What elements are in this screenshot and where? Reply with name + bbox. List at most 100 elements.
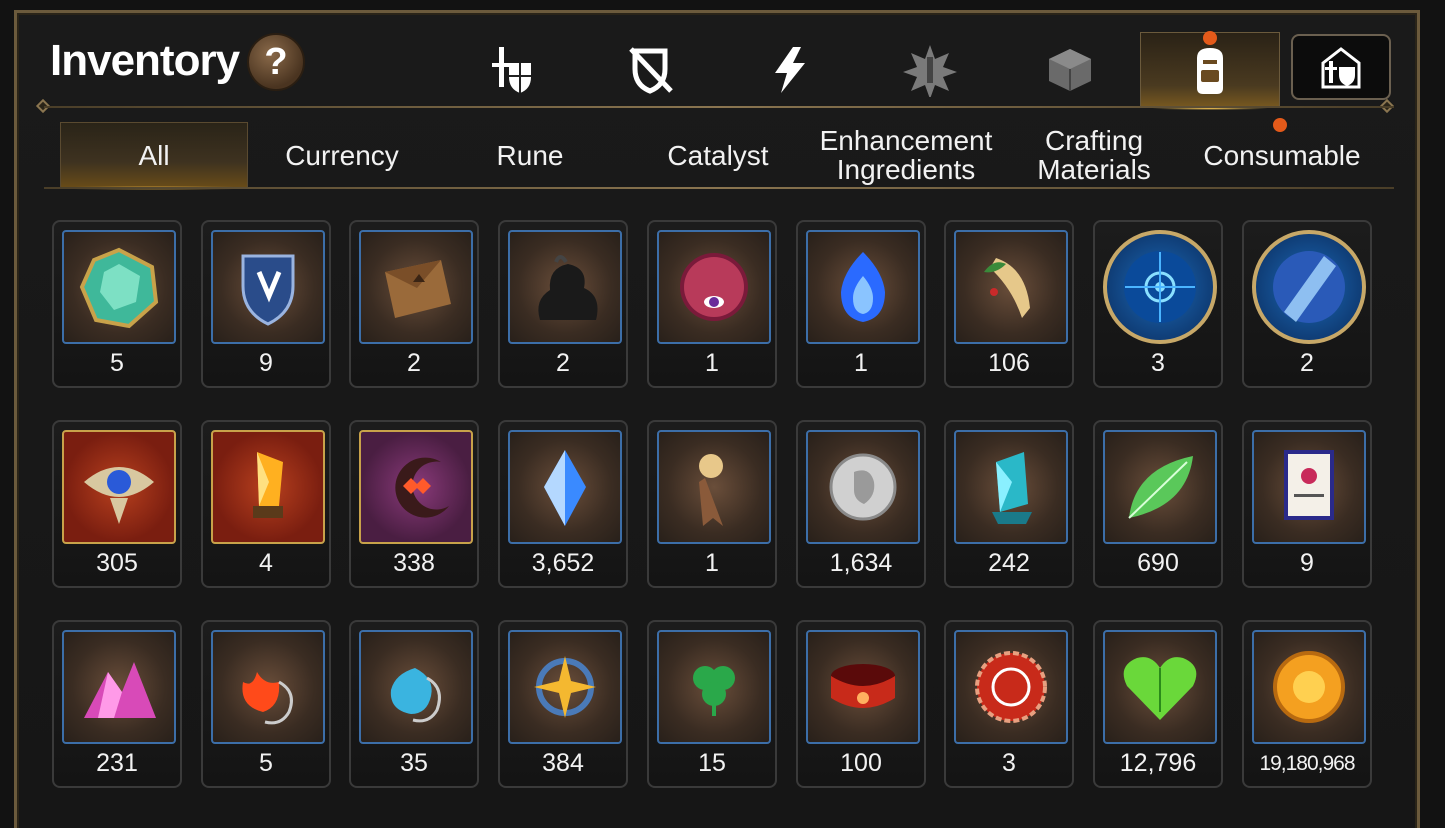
item-slot[interactable]: 1 [647,220,777,388]
item-slot[interactable]: 3,652 [498,420,628,588]
blue-crystal-icon [544,450,586,526]
item-slot[interactable]: 9 [201,220,331,388]
item-count: 231 [96,749,138,777]
divider [44,106,1394,108]
item-count: 1 [705,349,719,377]
item-icon-frame [1252,630,1366,744]
item-icon-frame [657,630,771,744]
cube-icon [1049,49,1091,91]
item-count: 305 [96,549,138,577]
item-slot[interactable]: 384 [498,620,628,788]
item-slot[interactable]: 1 [796,220,926,388]
knight-shield-icon [492,47,531,93]
item-slot[interactable]: 305 [52,420,182,588]
card-icon [1284,450,1334,520]
item-icon-frame [657,230,771,344]
item-count: 1 [705,549,719,577]
item-slot[interactable]: 106 [944,220,1074,388]
item-icon-frame [211,230,325,344]
item-slot[interactable]: 5 [201,620,331,788]
item-count: 9 [1300,549,1314,577]
leather-pouch-icon [385,260,451,318]
ginseng-root-icon [984,258,1030,318]
item-icon-frame [657,430,771,544]
item-count: 35 [400,749,428,777]
pink-crystal-pile-icon [84,662,156,718]
item-slot[interactable]: 2 [498,220,628,388]
subtab-catalyst[interactable]: Catalyst [624,122,812,188]
subtab-enhancement-ingredients[interactable]: Enhancement Ingredients [812,122,1000,188]
item-icon-frame [359,230,473,344]
subtab-currency[interactable]: Currency [248,122,436,188]
blue-shield-icon [241,254,295,326]
item-icon-frame [62,630,176,744]
teal-crystal-icon [992,452,1032,524]
item-icon-frame [62,430,176,544]
item-slot[interactable]: 3 [1093,220,1223,388]
item-count: 338 [393,549,435,577]
item-slot[interactable]: 1,634 [796,420,926,588]
crystal-disc-icon [1273,251,1345,323]
item-slot[interactable]: 4 [201,420,331,588]
item-slot[interactable]: 9 [1242,420,1372,588]
divider [44,187,1394,189]
clover-pendant-icon [693,666,735,716]
item-slot[interactable]: 15 [647,620,777,788]
item-count: 1 [854,349,868,377]
item-slot[interactable]: 690 [1093,420,1223,588]
crescent-flower-icon [395,457,449,518]
help-button[interactable]: ? [247,33,305,91]
item-slot[interactable]: 12,796 [1093,620,1223,788]
item-slot[interactable]: 1 [647,420,777,588]
fire-pendant-icon [242,672,293,725]
item-count: 12,796 [1119,749,1197,777]
tab-bag[interactable] [1140,31,1280,110]
item-icon-frame [1103,630,1217,744]
blue-flame-icon [841,252,885,322]
castle-shield-icon [1321,47,1361,89]
lightning-icon [775,47,805,93]
item-slot[interactable]: 35 [349,620,479,788]
item-slot[interactable]: 5 [52,220,182,388]
tab-box[interactable] [1000,32,1140,108]
item-slot[interactable]: 3 [944,620,1074,788]
amber-crystal-icon [253,452,283,518]
subtab-rune[interactable]: Rune [436,122,624,188]
tab-artifact[interactable] [580,32,720,108]
item-count: 3 [1002,749,1016,777]
notification-dot [1203,31,1217,45]
subtab-crafting-materials[interactable]: Crafting Materials [1000,122,1188,188]
eye-orb-icon [680,253,748,321]
item-icon-frame [1252,430,1366,544]
subtab-consumable[interactable]: Consumable [1188,122,1376,188]
item-slot[interactable]: 2 [1242,220,1372,388]
item-count: 19,180,968 [1259,752,1355,775]
item-icon-frame [62,230,176,344]
golden-eye-icon [84,467,154,524]
item-icon-frame [806,430,920,544]
tab-equipment[interactable] [440,32,580,108]
item-slot[interactable]: 19,180,968 [1242,620,1372,788]
subtab-all[interactable]: All [60,122,248,190]
item-count: 2 [407,349,421,377]
item-count: 690 [1137,549,1179,577]
notification-dot [1273,118,1287,132]
item-slot[interactable]: 338 [349,420,479,588]
tab-relic[interactable] [860,32,1000,108]
tab-skill[interactable] [720,32,860,108]
broken-shield-icon [629,47,673,94]
item-icon-frame [211,630,325,744]
item-icon-frame [954,230,1068,344]
red-bracelet-icon [831,664,895,708]
item-slot[interactable]: 242 [944,420,1074,588]
item-count: 2 [1300,349,1314,377]
castle-button[interactable] [1291,34,1391,100]
item-count: 5 [110,349,124,377]
item-slot[interactable]: 2 [349,220,479,388]
water-pendant-icon [390,668,441,723]
item-slot[interactable]: 100 [796,620,926,788]
backpack-icon [1197,47,1223,94]
item-icon-frame [1252,230,1366,344]
item-slot[interactable]: 231 [52,620,182,788]
green-heart-icon [1123,657,1197,720]
